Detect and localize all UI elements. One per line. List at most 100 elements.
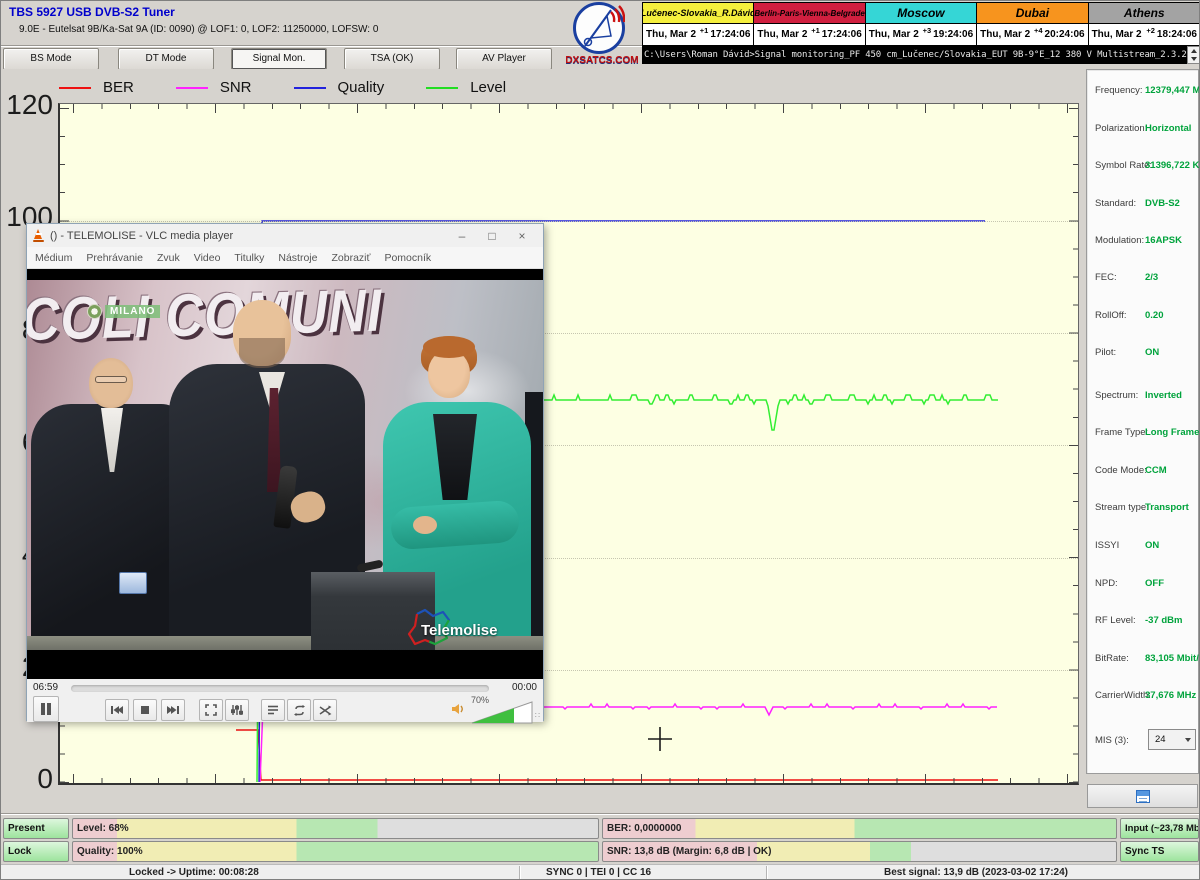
legend-snr: SNR [176,79,252,96]
person-woman-crossed-arms [390,500,521,551]
input-bitrate-badge: Input (~23,78 Mbps) [1120,818,1199,839]
minimize-button[interactable]: – [447,229,477,243]
present-badge: Present [3,818,69,839]
tab-bs-mode[interactable]: BS Mode [3,48,99,70]
console-command-line[interactable]: C:\Users\Roman Dávid>Signal monitoring_P… [642,46,1187,64]
satellite-dish-icon [573,2,625,54]
clock-moscow: MoscowThu, Mar 2+319:24:06 [866,3,977,45]
volume-speaker-icon[interactable] [451,703,465,715]
clock-athens: AthensThu, Mar 2+218:24:06 [1089,3,1200,45]
stage-backdrop-text: COLI COMUNI [27,280,383,355]
playlist-button[interactable] [261,699,285,721]
snr-bar: SNR: 13,8 dB (Margin: 6,8 dB | OK) [602,841,1117,862]
signal-parameters-panel: 24 Frequency:12379,447 MHzPolarization:H… [1086,69,1199,774]
satellite-subtitle: 9.0E - Eutelsat 9B/Ka-Sat 9A (ID: 0090) … [19,24,378,35]
sync-status: SYNC 0 | TEI 0 | CC 16 [546,867,651,878]
telemolise-logo: Telemolise [403,606,533,650]
scroll-up-icon[interactable] [1191,49,1197,53]
letterbox-top [27,269,543,280]
menu-pomocn-k[interactable]: Pomocník [384,252,431,264]
statusbar: Locked -> Uptime: 00:08:28 SYNC 0 | TEI … [1,864,1200,880]
tab-dt-mode[interactable]: DT Mode [118,48,214,70]
mis-dropdown[interactable]: 24 [1148,729,1196,750]
tab-signal-mon-[interactable]: Signal Mon. [231,48,327,70]
toolbar-divider [1,45,646,47]
statusbar-divider [766,866,767,880]
tab-tsa-ok-[interactable]: TSA (OK) [344,48,440,70]
person-left-glasses [95,376,127,383]
vlc-cone-icon [33,229,44,242]
sync-ts-badge: Sync TS [1120,841,1199,862]
crosshair-cursor[interactable] [648,727,672,751]
menu-zobrazi-[interactable]: Zobraziť [331,252,370,264]
legend-quality: Quality [294,79,385,96]
mis-selected-value: 24 [1155,734,1166,745]
vlc-titlebar[interactable]: () - TELEMOLISE - VLC media player – □ × [27,224,543,247]
milano-badge: MILANO [87,304,160,319]
seek-bar[interactable] [71,685,489,692]
quality-bar: Quality: 100% [72,841,599,862]
vlc-video-area[interactable]: COLI COMUNI MILANO [27,269,543,679]
vlc-window-title: () - TELEMOLISE - VLC media player [50,230,447,242]
elapsed-time: 06:59 [33,682,58,693]
maximize-button[interactable]: □ [477,229,507,243]
video-frame: COLI COMUNI MILANO [27,280,543,650]
clock-dubai: DubaiThu, Mar 2+420:24:06 [977,3,1088,45]
chevron-down-icon [1185,738,1191,742]
world-clocks: Lučenec-Slovakia_R.DávidThu, Mar 2+117:2… [642,2,1200,46]
logo-text: DXSATCS.COM [555,55,649,66]
extended-settings-button[interactable] [225,699,249,721]
loop-button[interactable] [287,699,311,721]
dxsatcs-logo: DXSATCS.COM [569,2,635,68]
legend-level: Level [426,79,506,96]
footer-divider [1,813,1200,815]
menu-zvuk[interactable]: Zvuk [157,252,180,264]
uptime-status: Locked -> Uptime: 00:08:28 [129,867,259,878]
stop-button[interactable] [133,699,157,721]
scroll-down-icon[interactable] [1191,57,1197,61]
close-button[interactable]: × [507,229,537,243]
total-time: 00:00 [512,682,537,693]
pause-button[interactable] [33,696,59,722]
person-woman-fringe [423,336,475,358]
letterbox-bottom [27,650,543,679]
menu-n-stroje[interactable]: Nástroje [278,252,317,264]
chart-legend: BER SNR Quality Level [59,79,506,96]
fullscreen-button[interactable] [199,699,223,721]
person-left-head [89,358,133,408]
level-bar: Level: 68% [72,818,599,839]
clock-berlin-paris-vienna-belgrade: Berlin-Paris-Vienna-BelgradeThu, Mar 2+1… [754,3,865,45]
vlc-controls: 06:59 00:00 [27,679,543,722]
lock-badge: Lock [3,841,69,862]
person-left-lanyard-badge [119,572,147,594]
ber-bar: BER: 0,0000000 [602,818,1117,839]
statusbar-divider [519,866,520,880]
mis-label: MIS (3): [1095,735,1129,746]
y-label-120: 120 [3,89,53,121]
event-logo-icon [87,304,102,319]
y-label-0: 0 [3,763,53,795]
next-button[interactable] [161,699,185,721]
random-button[interactable] [313,699,337,721]
previous-button[interactable] [105,699,129,721]
clock-lu-enec-slovakia-r-d-vid: Lučenec-Slovakia_R.DávidThu, Mar 2+117:2… [643,3,754,45]
volume-slider[interactable] [471,701,533,724]
menu-titulky[interactable]: Titulky [234,252,264,264]
person-center-beard [239,338,285,368]
panel-window-icon [1136,790,1150,803]
vlc-window[interactable]: () - TELEMOLISE - VLC media player – □ ×… [26,223,544,721]
tab-av-player[interactable]: AV Player [456,48,552,70]
menu-prehr-vanie[interactable]: Prehrávanie [86,252,143,264]
resize-grip[interactable]: ∷ [535,711,541,720]
legend-ber: BER [59,79,134,96]
panel-toggle-button[interactable] [1087,784,1198,808]
console-scrollbar[interactable] [1187,46,1200,64]
app-title: TBS 5927 USB DVB-S2 Tuner [9,5,175,19]
tuner-app-window: TBS 5927 USB DVB-S2 Tuner 9.0E - Eutelsa… [0,0,1200,880]
menu-video[interactable]: Video [194,252,221,264]
best-signal-status: Best signal: 13,9 dB (2023-03-02 17:24) [884,867,1068,878]
menu-m-dium[interactable]: Médium [35,252,72,264]
gridline-100 [60,221,1078,222]
person-woman-hand [413,516,437,534]
vlc-menubar: Médium Prehrávanie Zvuk Video Titulky Nástroj… [27,247,543,269]
